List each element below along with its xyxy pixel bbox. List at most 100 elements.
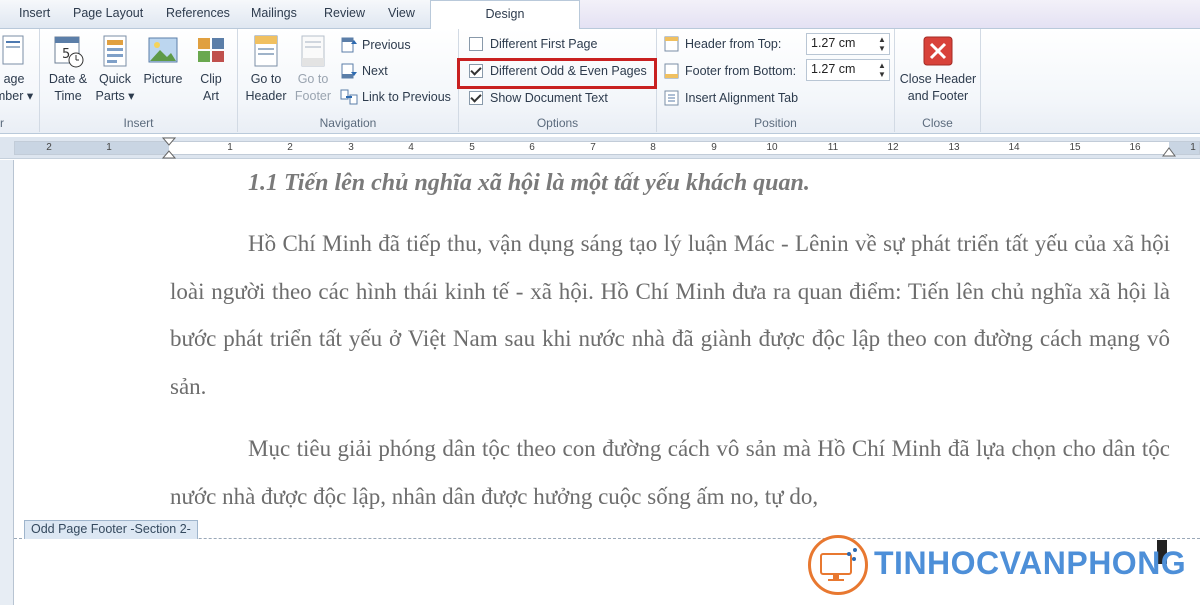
different-first-page-checkbox[interactable]: Different First Page xyxy=(469,33,597,55)
close-header-footer-label-2: and Footer xyxy=(907,89,969,103)
previous-section-icon xyxy=(340,36,358,54)
go-to-footer-button[interactable]: Go to Footer xyxy=(290,33,336,105)
spinner-arrows-icon[interactable]: ▲ ▼ xyxy=(877,35,887,53)
clip-art-label-1: Clip xyxy=(200,72,222,86)
ruler-number: 3 xyxy=(348,142,354,153)
tab-page-layout[interactable]: Page Layout xyxy=(73,6,143,24)
link-to-previous-label: Link to Previous xyxy=(362,90,451,104)
next-section-icon xyxy=(340,62,358,80)
header-from-top-label: Header from Top: xyxy=(685,37,782,51)
header-from-top-row: Header from Top: xyxy=(663,33,781,55)
page-left-margin-bar xyxy=(0,160,14,605)
ruler-number: 4 xyxy=(408,142,414,153)
date-time-label-2: Time xyxy=(54,89,82,103)
tab-review[interactable]: Review xyxy=(324,6,365,24)
page-number-button[interactable]: age mber ▾ xyxy=(0,33,36,105)
document-heading[interactable]: 1.1 Tiến lên chủ nghĩa xã hội là một tất… xyxy=(248,170,810,197)
group-label-options: Options xyxy=(536,116,579,130)
right-indent-marker-icon[interactable] xyxy=(1162,143,1176,157)
page-number-label-1: age xyxy=(3,72,25,86)
tinhocvanphong-logo xyxy=(808,535,868,595)
go-to-footer-label-2: Footer xyxy=(294,89,332,103)
page-number-icon xyxy=(0,33,31,69)
document-paragraph-1[interactable]: Hồ Chí Minh đã tiếp thu, vận dụng sáng t… xyxy=(170,220,1170,410)
group-insert: 5 Date & Time Quick Parts ▾ Picture Clip… xyxy=(40,29,238,132)
quick-parts-button[interactable]: Quick Parts ▾ xyxy=(94,33,136,105)
ruler-number: 8 xyxy=(650,142,656,153)
different-first-page-check[interactable] xyxy=(469,37,483,51)
clip-art-icon xyxy=(194,33,228,69)
ruler-number: 6 xyxy=(529,142,535,153)
previous-label: Previous xyxy=(362,38,411,52)
group-label-close: Close xyxy=(922,116,953,130)
group-close: Close Header and Footer Close xyxy=(895,29,981,132)
insert-alignment-tab-button[interactable]: Insert Alignment Tab xyxy=(663,87,798,109)
horizontal-ruler[interactable]: 2 1 1 2 3 4 5 6 7 8 9 10 11 12 13 14 15 … xyxy=(0,137,1200,159)
footer-section-tag: Odd Page Footer -Section 2- xyxy=(24,520,198,539)
picture-button[interactable]: Picture xyxy=(140,33,186,88)
page-number-label-2: mber ▾ xyxy=(0,89,34,103)
document-paragraph-2[interactable]: Mục tiêu giải phóng dân tộc theo con đườ… xyxy=(170,425,1170,523)
next-button[interactable]: Next xyxy=(340,60,388,82)
show-document-text-label: Show Document Text xyxy=(490,91,608,105)
show-document-text-checkbox[interactable]: Show Document Text xyxy=(469,87,608,109)
ruler-number: 13 xyxy=(948,142,960,153)
footer-from-bottom-value[interactable]: 1.27 cm xyxy=(811,62,855,76)
footer-from-bottom-spinner[interactable]: 1.27 cm ▲ ▼ xyxy=(806,59,890,81)
tab-references[interactable]: References xyxy=(166,6,230,24)
close-header-footer-button[interactable]: Close Header and Footer xyxy=(897,33,979,105)
group-position: Header from Top: 1.27 cm ▲ ▼ Footer from … xyxy=(657,29,895,132)
go-to-header-label-2: Header xyxy=(245,89,287,103)
tab-view[interactable]: View xyxy=(388,6,415,24)
ruler-number: 5 xyxy=(469,142,475,153)
group-label-navigation: Navigation xyxy=(319,116,377,130)
quick-parts-icon xyxy=(98,33,132,69)
ruler-number: 16 xyxy=(1129,142,1141,153)
group-label-header-footer: r xyxy=(0,116,4,130)
ruler-number: 15 xyxy=(1069,142,1081,153)
group-label-position: Position xyxy=(754,116,797,130)
header-from-top-spinner[interactable]: 1.27 cm ▲ ▼ xyxy=(806,33,890,55)
alignment-tab-icon xyxy=(663,89,681,107)
spinner-arrows-icon[interactable]: ▲ ▼ xyxy=(877,61,887,79)
quick-parts-label-2: Parts ▾ xyxy=(95,89,135,103)
ruler-number: 7 xyxy=(590,142,596,153)
indent-marker-icon[interactable] xyxy=(162,137,176,159)
ruler-number: 10 xyxy=(766,142,778,153)
group-navigation: Go to Header Go to Footer Previous Next … xyxy=(238,29,459,132)
clip-art-label-2: Art xyxy=(203,89,219,103)
go-to-header-icon xyxy=(249,33,283,69)
tab-insert[interactable]: Insert xyxy=(19,6,50,24)
ribbon: age mber ▾ r 5 Date & Time Quick Parts ▾… xyxy=(0,29,1200,134)
tab-design[interactable]: Design xyxy=(430,0,580,30)
ruler-number: 1 xyxy=(106,142,112,153)
ruler-number: 11 xyxy=(827,142,839,153)
ruler-number: 2 xyxy=(46,142,52,153)
footer-from-bottom-label: Footer from Bottom: xyxy=(685,64,797,78)
footer-from-bottom-row: Footer from Bottom: xyxy=(663,60,796,82)
watermark-text: TINHOCVANPHONG xyxy=(874,545,1187,581)
date-time-button[interactable]: 5 Date & Time xyxy=(46,33,90,105)
header-from-top-value[interactable]: 1.27 cm xyxy=(811,36,855,50)
picture-label: Picture xyxy=(143,72,183,86)
ruler-left-margin xyxy=(15,142,169,154)
calendar-clock-icon: 5 xyxy=(51,33,85,69)
close-header-footer-label-1: Close Header xyxy=(899,72,977,86)
ruler-number: 1 xyxy=(227,142,233,153)
contextual-tab-strip xyxy=(580,0,1200,28)
link-to-previous-button[interactable]: Link to Previous xyxy=(340,86,451,108)
quick-parts-label-1: Quick xyxy=(99,72,131,86)
picture-icon xyxy=(146,33,180,69)
close-icon xyxy=(921,33,955,69)
date-time-label-1: Date & xyxy=(48,72,88,86)
show-document-text-check[interactable] xyxy=(469,91,483,105)
go-to-header-button[interactable]: Go to Header xyxy=(242,33,290,105)
footer-position-icon xyxy=(663,62,681,80)
previous-button[interactable]: Previous xyxy=(340,34,411,56)
go-to-header-label-1: Go to xyxy=(250,72,282,86)
header-position-icon xyxy=(663,35,681,53)
ruler-number: 1 xyxy=(1190,142,1196,153)
clip-art-button[interactable]: Clip Art xyxy=(190,33,232,105)
link-icon xyxy=(340,88,358,106)
tab-mailings[interactable]: Mailings xyxy=(251,6,297,24)
